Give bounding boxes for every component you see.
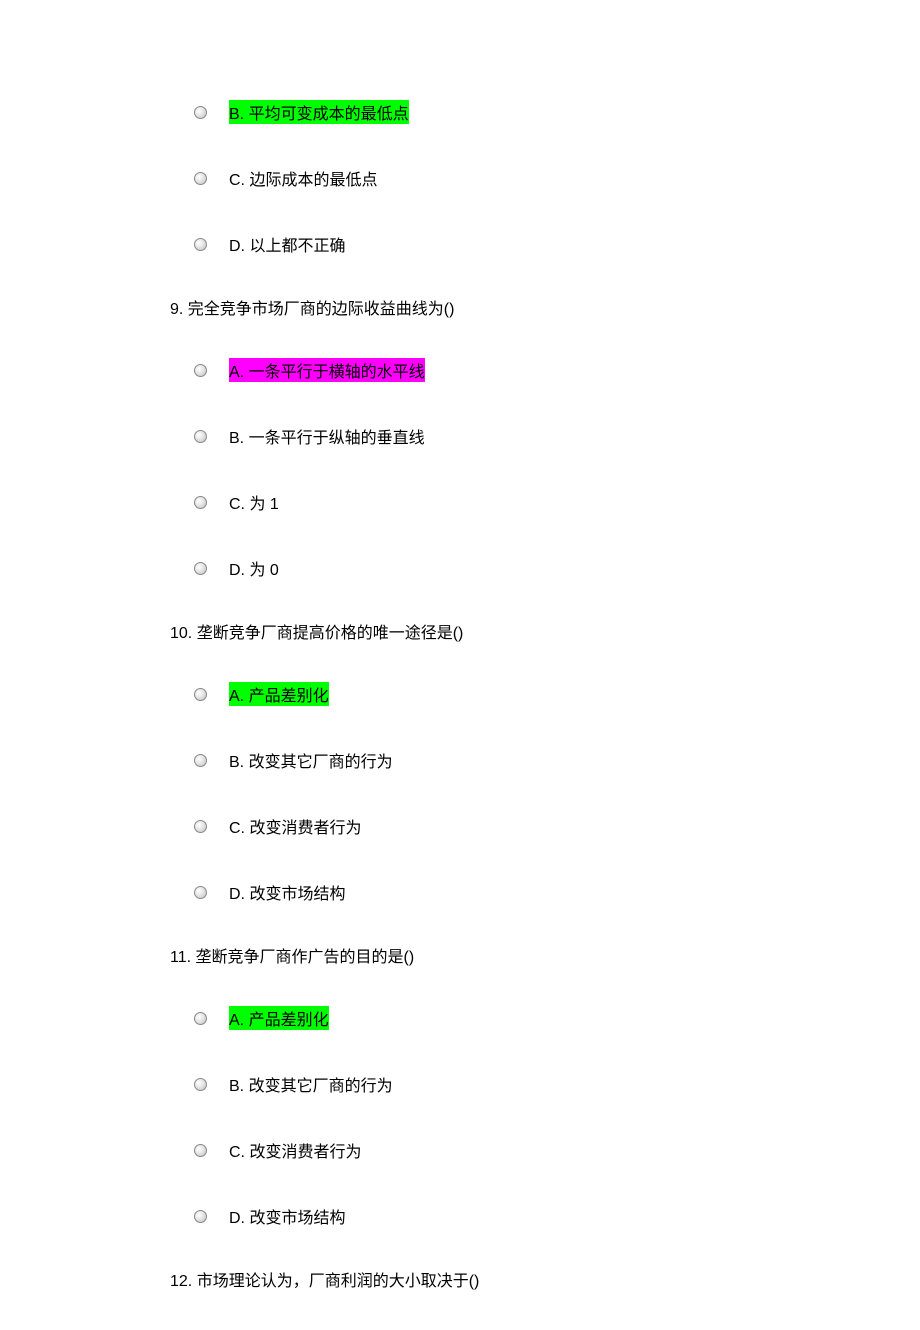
option-text: C. 为 1 [229, 490, 279, 514]
option-text: C. 边际成本的最低点 [229, 166, 377, 190]
option-row: C. 边际成本的最低点 [194, 166, 920, 190]
radio-icon[interactable] [194, 1078, 207, 1091]
option-text: A. 产品差别化 [229, 1006, 329, 1030]
radio-icon[interactable] [194, 1012, 207, 1025]
option-text: A. 产品差别化 [229, 682, 329, 706]
option-text: B. 平均可变成本的最低点 [229, 100, 409, 124]
option-row: D. 改变市场结构 [194, 880, 920, 904]
question-text: 9. 完全竞争市场厂商的边际收益曲线为() [170, 298, 920, 322]
question-text: 12. 市场理论认为，厂商利润的大小取决于() [170, 1270, 920, 1294]
radio-icon[interactable] [194, 238, 207, 251]
question: 9. 完全竞争市场厂商的边际收益曲线为() A. 一条平行于横轴的水平线 B. 一条… [170, 298, 920, 580]
radio-icon[interactable] [194, 688, 207, 701]
radio-icon[interactable] [194, 496, 207, 509]
option-row: D. 为 0 [194, 556, 920, 580]
question-text: 11. 垄断竞争厂商作广告的目的是() [170, 946, 920, 970]
radio-icon[interactable] [194, 1144, 207, 1157]
radio-icon[interactable] [194, 886, 207, 899]
question: 12. 市场理论认为，厂商利润的大小取决于() [170, 1270, 920, 1294]
option-row: A. 产品差别化 [194, 1006, 920, 1030]
question: 10. 垄断竞争厂商提高价格的唯一途径是() A. 产品差别化 B. 改变其它厂商的… [170, 622, 920, 904]
option-text: B. 改变其它厂商的行为 [229, 748, 393, 772]
option-text: C. 改变消费者行为 [229, 814, 361, 838]
option-row: C. 改变消费者行为 [194, 1138, 920, 1162]
option-row: D. 改变市场结构 [194, 1204, 920, 1228]
radio-icon[interactable] [194, 430, 207, 443]
option-row: B. 改变其它厂商的行为 [194, 1072, 920, 1096]
option-row: B. 一条平行于纵轴的垂直线 [194, 424, 920, 448]
option-row: D. 以上都不正确 [194, 232, 920, 256]
option-text: A. 一条平行于横轴的水平线 [229, 358, 425, 382]
option-text: D. 改变市场结构 [229, 880, 345, 904]
radio-icon[interactable] [194, 106, 207, 119]
question: 11. 垄断竞争厂商作广告的目的是() A. 产品差别化 B. 改变其它厂商的行为 C… [170, 946, 920, 1228]
radio-icon[interactable] [194, 820, 207, 833]
radio-icon[interactable] [194, 364, 207, 377]
option-text: B. 改变其它厂商的行为 [229, 1072, 393, 1096]
radio-icon[interactable] [194, 172, 207, 185]
option-row: C. 改变消费者行为 [194, 814, 920, 838]
radio-icon[interactable] [194, 754, 207, 767]
option-text: D. 以上都不正确 [229, 232, 345, 256]
radio-icon[interactable] [194, 1210, 207, 1223]
option-text: B. 一条平行于纵轴的垂直线 [229, 424, 425, 448]
option-row: B. 平均可变成本的最低点 [194, 100, 920, 124]
question-text: 10. 垄断竞争厂商提高价格的唯一途径是() [170, 622, 920, 646]
radio-icon[interactable] [194, 562, 207, 575]
option-row: A. 一条平行于横轴的水平线 [194, 358, 920, 382]
option-row: C. 为 1 [194, 490, 920, 514]
option-row: B. 改变其它厂商的行为 [194, 748, 920, 772]
option-row: A. 产品差别化 [194, 682, 920, 706]
option-text: C. 改变消费者行为 [229, 1138, 361, 1162]
partial-question: B. 平均可变成本的最低点 C. 边际成本的最低点 D. 以上都不正确 [170, 100, 920, 256]
option-text: D. 为 0 [229, 556, 279, 580]
option-text: D. 改变市场结构 [229, 1204, 345, 1228]
